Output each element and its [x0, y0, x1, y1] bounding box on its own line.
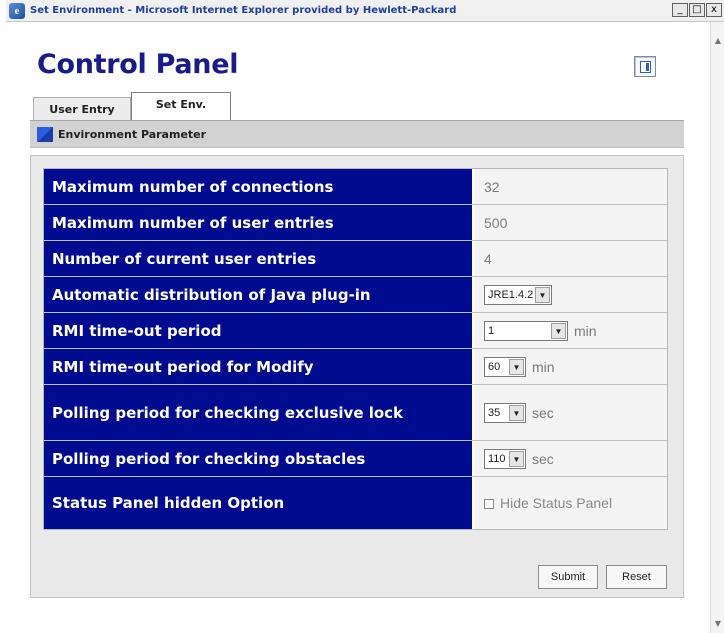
max-user-entries-value: 500 [474, 205, 667, 240]
row-label: Number of current user entries [44, 241, 474, 276]
window-title: Set Environment - Microsoft Internet Exp… [30, 5, 457, 16]
ie-app-icon: e [9, 2, 25, 19]
table-row: Polling period for checking obstacles 11… [44, 441, 667, 477]
settings-table: Maximum number of connections 32 Maximum… [43, 168, 668, 530]
polling-obstacles-cell: 110 ▼ sec [474, 441, 667, 476]
help-button[interactable] [634, 56, 656, 77]
status-panel-cell: Hide Status Panel [474, 477, 667, 529]
row-label: Maximum number of user entries [44, 205, 474, 240]
select-value: JRE1.4.2 [488, 288, 534, 301]
page-title: Control Panel [37, 49, 239, 80]
submit-button[interactable]: Submit [538, 565, 598, 589]
close-button[interactable]: x [706, 3, 722, 17]
vertical-scrollbar[interactable]: ▲ ▼ [710, 22, 724, 633]
unit-label: sec [532, 450, 554, 467]
checkbox-label: Hide Status Panel [500, 494, 613, 511]
chevron-down-icon[interactable]: ▼ [551, 322, 566, 339]
hide-status-checkbox[interactable] [484, 498, 494, 509]
settings-panel: Maximum number of connections 32 Maximum… [30, 155, 684, 598]
scroll-up-icon[interactable]: ▲ [713, 36, 723, 46]
tab-set-env[interactable]: Set Env. [131, 92, 231, 120]
row-label: Maximum number of connections [44, 169, 474, 204]
section-header: Environment Parameter [30, 120, 684, 148]
rmi-timeout-select[interactable]: 1 ▼ [484, 320, 568, 341]
polling-obstacles-select[interactable]: 110 ▼ [484, 448, 526, 469]
unit-label: sec [532, 404, 554, 421]
row-label: Polling period for checking obstacles [44, 441, 474, 476]
table-row: Automatic distribution of Java plug-in J… [44, 277, 667, 313]
table-row: Number of current user entries 4 [44, 241, 667, 277]
row-label: RMI time-out period for Modify [44, 349, 474, 384]
rmi-timeout-cell: 1 ▼ min [474, 313, 667, 348]
reset-button[interactable]: Reset [606, 565, 667, 589]
window-controls: _ □ x [671, 3, 722, 17]
chevron-down-icon[interactable]: ▼ [535, 286, 550, 303]
table-row: Maximum number of user entries 500 [44, 205, 667, 241]
chevron-down-icon[interactable]: ▼ [509, 358, 524, 375]
current-user-entries-value: 4 [474, 241, 667, 276]
table-row: RMI time-out period 1 ▼ min [44, 313, 667, 349]
section-square-icon [37, 126, 53, 142]
select-value: 35 [488, 406, 501, 419]
select-value: 110 [488, 452, 506, 465]
table-row: Status Panel hidden Option Hide Status P… [44, 477, 667, 529]
chevron-down-icon[interactable]: ▼ [509, 450, 524, 467]
unit-label: min [574, 322, 597, 339]
maximize-button[interactable]: □ [689, 3, 705, 17]
select-value: 60 [488, 360, 501, 373]
hide-status-option[interactable]: Hide Status Panel [484, 495, 612, 512]
polling-lock-cell: 35 ▼ sec [474, 385, 667, 440]
table-row: RMI time-out period for Modify 60 ▼ min [44, 349, 667, 385]
select-value: 1 [488, 324, 495, 337]
row-label: Polling period for checking exclusive lo… [44, 385, 474, 440]
unit-label: min [532, 358, 555, 375]
scroll-down-icon[interactable]: ▼ [713, 619, 723, 629]
window-icon [640, 61, 651, 73]
max-connections-value: 32 [474, 169, 667, 204]
rmi-timeout-modify-cell: 60 ▼ min [474, 349, 667, 384]
section-label: Environment Parameter [58, 127, 207, 141]
polling-lock-select[interactable]: 35 ▼ [484, 402, 526, 423]
row-label: RMI time-out period [44, 313, 474, 348]
rmi-timeout-modify-select[interactable]: 60 ▼ [484, 356, 526, 377]
java-plugin-cell: JRE1.4.2 ▼ [474, 277, 667, 312]
minimize-button[interactable]: _ [672, 3, 688, 17]
chevron-down-icon[interactable]: ▼ [509, 404, 524, 421]
table-row: Polling period for checking exclusive lo… [44, 385, 667, 441]
table-row: Maximum number of connections 32 [44, 169, 667, 205]
window-titlebar: e Set Environment - Microsoft Internet E… [6, 0, 724, 22]
java-plugin-select[interactable]: JRE1.4.2 ▼ [484, 284, 552, 305]
row-label: Status Panel hidden Option [44, 477, 474, 529]
row-label: Automatic distribution of Java plug-in [44, 277, 474, 312]
